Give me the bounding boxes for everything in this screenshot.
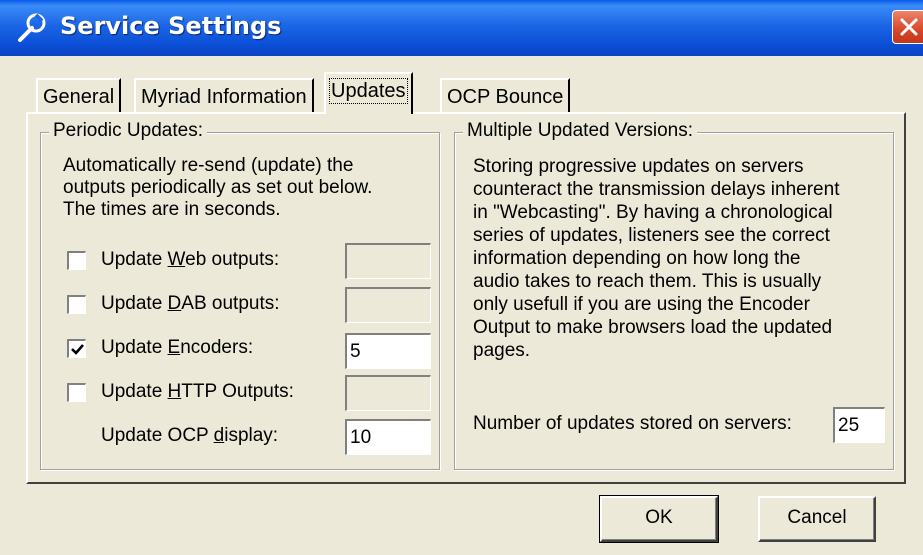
encoders-interval-field[interactable]: 5 [345,333,431,369]
updates-count-label: Number of updates stored on servers: [473,413,792,434]
tab-general[interactable]: General [36,78,122,112]
update-http-outputs-label[interactable]: Update HTTP Outputs: [101,381,294,403]
cancel-button[interactable]: Cancel [758,496,876,542]
service-settings-dialog: Service Settings General Myriad Informat… [0,0,923,555]
updates-tab-panel: Periodic Updates: Automatically re-send … [26,112,906,484]
periodic-updates-legend: Periodic Updates: [49,120,207,142]
http-outputs-interval-field[interactable] [345,375,431,411]
title-bar[interactable]: Service Settings [0,0,923,56]
tab-ocp-bounce[interactable]: OCP Bounce [440,78,571,112]
update-http-outputs-checkbox[interactable] [67,383,86,402]
update-web-outputs-label[interactable]: Update Web outputs: [101,249,279,271]
multiple-versions-legend: Multiple Updated Versions: [463,120,698,142]
multiple-versions-group: Multiple Updated Versions: Storing progr… [454,120,894,470]
close-button[interactable] [892,10,923,44]
periodic-updates-description: Automatically re-send (update) the outpu… [63,155,373,220]
ok-button[interactable]: OK [599,495,719,543]
multiple-versions-description: Storing progressive updates on servers c… [473,156,840,361]
dab-outputs-interval-field[interactable] [345,287,431,323]
update-dab-outputs-label[interactable]: Update DAB outputs: [101,293,280,315]
web-outputs-interval-field[interactable] [345,243,431,279]
window-title: Service Settings [60,12,282,40]
update-ocp-display-label: Update OCP display: [101,425,279,446]
updates-count-field[interactable]: 25 [833,407,885,443]
update-web-outputs-checkbox[interactable] [67,251,86,270]
wrench-icon [14,12,48,46]
update-encoders-checkbox[interactable] [67,339,86,358]
checkmark-icon [70,341,85,363]
tab-updates[interactable]: Updates [324,72,413,114]
update-dab-outputs-checkbox[interactable] [67,295,86,314]
periodic-updates-group: Periodic Updates: Automatically re-send … [40,120,440,470]
tab-myriad-information[interactable]: Myriad Information [134,78,314,112]
ocp-display-interval-field[interactable]: 10 [345,419,431,455]
update-encoders-label[interactable]: Update Encoders: [101,337,253,359]
